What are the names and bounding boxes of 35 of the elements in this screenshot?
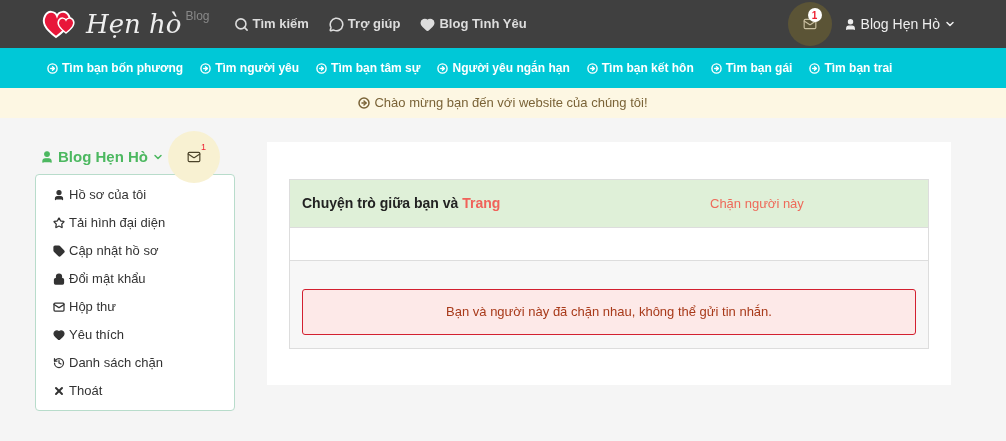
close-icon — [53, 384, 65, 397]
heart-icon — [420, 16, 436, 32]
error-alert: Bạn và người này đã chặn nhau, không thể gửi tin nhắn. — [302, 289, 916, 335]
logo-superscript: Blog — [185, 8, 210, 25]
welcome-notice: Chào mừng bạn đến với website của chúng tôi! — [358, 93, 648, 113]
chat-icon — [328, 16, 344, 32]
notification-badge: 1 — [807, 8, 822, 22]
envelope-icon — [187, 150, 201, 164]
envelope-icon — [53, 300, 65, 313]
sidebar-item[interactable]: Cập nhật hồ sơ — [53, 241, 234, 260]
sidebar-item[interactable]: Đổi mật khẩu — [53, 269, 234, 288]
nav-link[interactable]: Tìm kiếm — [233, 14, 309, 34]
sidebar-item[interactable]: Thoát — [53, 381, 234, 400]
envelope-icon — [802, 17, 817, 31]
star-icon — [53, 216, 65, 229]
sidebar-item[interactable]: Tải hình đại diện — [53, 213, 234, 232]
mail-button[interactable]: 1 — [168, 131, 220, 183]
heart-icon — [53, 328, 65, 341]
chat-title: Chuyện trò giữa bạn và Trang — [302, 194, 502, 213]
user-icon — [843, 17, 857, 31]
mail-button[interactable]: 1 — [787, 2, 832, 46]
logo-text[interactable]: Hẹn hò — [86, 11, 182, 37]
tag-icon — [53, 244, 65, 257]
nav-link[interactable]: Trợ giúp — [328, 14, 401, 34]
sidebar-item[interactable]: Yêu thích — [53, 325, 234, 344]
history-icon — [53, 356, 65, 369]
sidebar-item[interactable]: Danh sách chặn — [53, 353, 234, 372]
sidebar-item[interactable]: Hộp thư — [53, 297, 234, 316]
user-icon — [40, 150, 54, 164]
user-menu[interactable]: Blog Hẹn Hò — [843, 13, 956, 35]
nav-link[interactable]: Blog Tình Yêu — [420, 14, 527, 34]
user-icon — [53, 188, 65, 201]
sidebar-item[interactable]: Hồ sơ của tôi — [53, 185, 234, 204]
notification-count: 1 — [201, 141, 206, 154]
search-icon — [233, 16, 249, 32]
